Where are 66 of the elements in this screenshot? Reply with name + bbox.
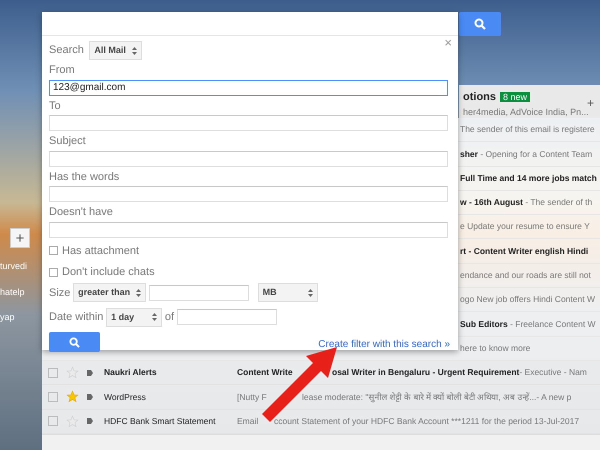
search-button[interactable] [49,332,100,352]
input-field[interactable] [49,115,448,131]
input-field[interactable] [49,186,448,202]
tab-label: otions [463,91,496,103]
email-subject: Content Write [237,366,293,379]
email-subject: - Executive - Nam [519,366,587,379]
field-label: From [49,63,76,78]
email-snippet[interactable]: here to know more [460,342,530,355]
email-subject: Email [237,414,258,428]
compose-button[interactable]: + [10,228,30,248]
dropdown[interactable]: All Mail [89,41,142,60]
dropdown[interactable]: 1 day [106,308,162,327]
updown-caret-icon [132,46,137,54]
sender-name: HDFC Bank Smart Statement [104,414,216,428]
checkbox-label: Has attachment [62,244,140,258]
email-subject: lease moderate: "सुनील शेट्टी के बारे में क्यों बोली बेटी अथिया, अब उन्हें... [302,390,536,404]
email-snippet[interactable]: ogo New job offers Hindi Content W [460,293,595,306]
field-label: To [49,98,62,114]
email-snippet[interactable]: e Update your resume to ensure Y [460,220,590,234]
email-subject: - A new p [536,390,572,404]
importance-marker-icon[interactable] [87,418,93,424]
input-field[interactable] [176,309,277,326]
email-subject: osal Writer in Bengaluru - Urgent Requirement [332,366,520,379]
sender-name: Naukri Alerts [104,366,158,379]
search-button[interactable] [459,12,501,36]
field-label: Date within [49,310,104,325]
email-snippet[interactable]: endance and our roads are still not [460,269,591,282]
email-subject: ccount Statement of your HDFC Bank Account ***1211 for the period 13-Jul-2017 [274,414,580,428]
field-label: Size [49,286,70,300]
input-field[interactable] [49,150,448,166]
star-icon[interactable] [66,390,79,404]
dropdown[interactable]: MB [258,283,318,302]
field-label: Doesn't have [49,205,114,220]
input-field[interactable] [49,222,448,238]
email-snippet[interactable]: The sender of this email is registere [460,123,595,136]
dropdown[interactable]: greater than [73,283,146,302]
updown-caret-icon [136,288,142,297]
email-subject: [Nutty F [237,390,267,404]
checkbox[interactable] [49,268,58,277]
checkbox-label: Don't include chats [62,265,155,280]
checkbox[interactable] [48,416,58,426]
field-label: Search [49,43,84,58]
search-icon [474,18,486,30]
checkbox[interactable] [49,246,58,256]
star-icon[interactable] [66,414,79,428]
email-snippet[interactable]: w - 16th August - The sender of th [460,196,592,209]
input-field[interactable]: 123@gmail.com [49,80,448,96]
checkbox[interactable] [48,368,58,378]
checkbox[interactable] [48,392,58,402]
updown-caret-icon [152,313,158,322]
new-count-badge: 8 new [500,92,530,102]
email-snippet[interactable]: Full Time and 14 more jobs match [460,172,597,185]
field-label: Subject [49,134,87,149]
star-icon[interactable] [66,366,79,380]
email-snippet[interactable]: rt - Content Writer english Hindi [460,244,588,258]
importance-marker-icon[interactable] [87,394,93,400]
field-label: Has the words [49,170,120,184]
field-label: of [164,310,174,325]
email-snippet[interactable]: Sub Editors - Freelance Content W [460,318,596,330]
importance-marker-icon[interactable] [87,370,93,376]
email-snippet[interactable]: sher - Opening for a Content Team [460,148,592,160]
search-icon [69,336,80,348]
sender-name: WordPress [104,390,147,404]
updown-caret-icon [308,288,313,297]
create-filter-link[interactable]: Create filter with this search » [318,337,450,352]
input-field[interactable] [148,284,249,301]
